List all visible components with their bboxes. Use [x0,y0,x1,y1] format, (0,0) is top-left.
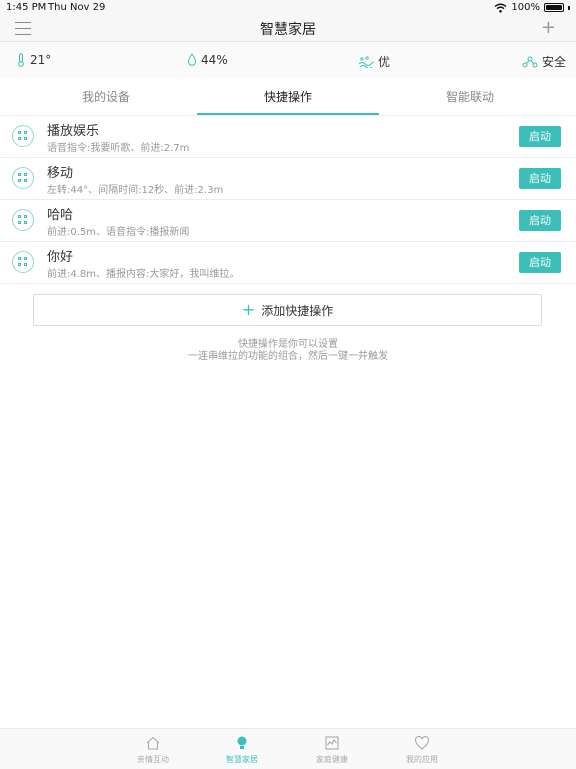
grid-icon [12,125,34,147]
security-item: 安全 [522,53,566,70]
add-quick-action-button[interactable]: + 添加快捷操作 [33,294,542,326]
bottom-tab-my-apps[interactable]: 我的应用 [392,735,452,765]
start-button[interactable]: 启动 [519,168,561,189]
start-button[interactable]: 启动 [519,252,561,273]
grid-icon [12,209,34,231]
security-icon [522,56,538,67]
quick-action-list: 播放娱乐 语音指令:我要听歌、前进:2.7m 启动 移动 左转:44°、间隔时间… [0,116,576,284]
add-quick-action-label: 添加快捷操作 [261,303,334,318]
battery-tip [568,5,570,10]
grid-icon [12,251,34,273]
tab-bar: 我的设备 快捷操作 智能联动 [0,79,576,116]
tab-my-devices[interactable]: 我的设备 [15,79,197,115]
tab-quick-actions[interactable]: 快捷操作 [197,79,379,115]
status-bar: 1:45 PM Thu Nov 29 100% [0,0,576,16]
wifi-icon [494,3,507,13]
bottom-tab-smart-home[interactable]: 智慧家居 [212,735,272,765]
thermometer-icon [18,53,24,67]
humidity-item: 44% [187,53,228,67]
list-item[interactable]: 移动 左转:44°、间隔时间:12秒、前进:2.3m 启动 [0,158,576,200]
air-quality-icon [358,55,374,68]
start-button[interactable]: 启动 [519,210,561,231]
nav-bar: 智慧家居 + [0,16,576,42]
list-item[interactable]: 播放娱乐 语音指令:我要听歌、前进:2.7m 启动 [0,116,576,158]
health-chart-icon [325,736,339,750]
action-detail: 左转:44°、间隔时间:12秒、前进:2.3m [47,185,224,196]
action-title: 你好 [47,250,74,265]
action-title: 移动 [47,166,74,181]
water-drop-icon [187,53,197,66]
temperature-item: 21° [16,53,51,67]
active-tab-indicator [197,113,379,115]
action-detail: 语音指令:我要听歌、前进:2.7m [47,143,190,154]
bottom-tab-health[interactable]: 家庭健康 [302,735,362,765]
heart-icon [414,735,430,750]
humidity-value: 44% [201,53,228,67]
add-icon[interactable]: + [541,19,556,37]
hint-line-2: 一连串维拉的功能的组合，然后一键一并触发 [188,351,388,362]
action-detail: 前进:0.5m、语音指令:播报新闻 [47,227,190,238]
bottom-tab-family[interactable]: 亲情互动 [123,735,183,765]
page-title: 智慧家居 [260,22,316,38]
list-item[interactable]: 你好 前进:4.8m、播报内容:大家好，我叫维拉。 启动 [0,242,576,284]
battery-icon [544,3,564,12]
plus-icon: + [241,300,256,319]
bottom-tab-label: 我的应用 [406,755,438,764]
grid-icon [12,167,34,189]
tab-smart-linkage[interactable]: 智能联动 [379,79,561,115]
temperature-value: 21° [30,53,52,67]
status-date: Thu Nov 29 [48,2,106,13]
status-time: 1:45 PM [6,2,47,13]
security-value: 安全 [542,55,567,69]
environment-bar: 21° 44% 优 安全 [0,42,576,78]
action-title: 哈哈 [47,208,74,223]
action-title: 播放娱乐 [47,124,100,139]
status-right: 100% [494,2,570,13]
action-detail: 前进:4.8m、播报内容:大家好，我叫维拉。 [47,269,240,280]
start-button[interactable]: 启动 [519,126,561,147]
bottom-tab-label: 亲情互动 [137,755,169,764]
air-quality-item: 优 [358,53,390,70]
air-quality-value: 优 [378,55,391,69]
bottom-tab-bar: 亲情互动 智慧家居 家庭健康 我的应用 [0,728,576,769]
list-item[interactable]: 哈哈 前进:0.5m、语音指令:播报新闻 启动 [0,200,576,242]
bottom-tab-label: 智慧家居 [226,755,258,764]
battery-percent: 100% [511,2,540,13]
bulb-icon [237,736,247,749]
home-icon [146,736,160,750]
bottom-tab-label: 家庭健康 [316,755,348,764]
